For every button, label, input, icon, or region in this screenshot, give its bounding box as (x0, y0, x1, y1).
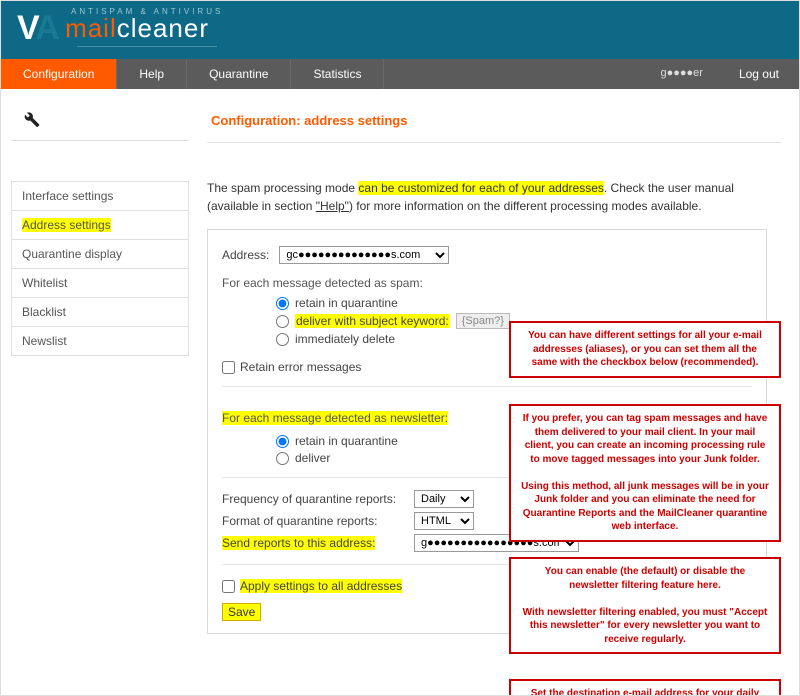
callout-newsletter: You can enable (the default) or disable … (509, 557, 781, 654)
nav-help[interactable]: Help (117, 59, 187, 89)
sidebar-list: Interface settings Address settings Quar… (11, 181, 189, 356)
spam-section-label: For each message detected as spam: (222, 276, 752, 290)
nav-configuration[interactable]: Configuration (1, 59, 117, 89)
nav-statistics[interactable]: Statistics (291, 59, 384, 89)
nav-current-user: g●●●●er (644, 59, 718, 89)
retain-errors-label: Retain error messages (240, 360, 361, 374)
sidebar: Interface settings Address settings Quar… (1, 89, 189, 696)
address-label: Address: (222, 248, 269, 262)
callout-spam-tag: If you prefer, you can tag spam messages… (509, 404, 781, 542)
sendto-label: Send reports to this address: (222, 536, 375, 550)
sidebar-item-label: Address settings (22, 218, 111, 232)
sidebar-item-blacklist[interactable]: Blacklist (12, 298, 188, 327)
address-select[interactable]: gc●●●●●●●●●●●●●●s.com (279, 246, 449, 264)
config-icon-box (11, 103, 189, 141)
news-retain-label: retain in quarantine (295, 434, 398, 448)
save-button[interactable]: Save (222, 603, 261, 621)
sidebar-item-address[interactable]: Address settings (12, 211, 188, 240)
sidebar-item-quarantine-display[interactable]: Quarantine display (12, 240, 188, 269)
spam-delete-label: immediately delete (295, 332, 395, 346)
logo-mark: VA (17, 9, 58, 48)
spam-deliver-radio[interactable] (276, 315, 289, 328)
spam-retain-radio[interactable] (276, 297, 289, 310)
news-deliver-label: deliver (295, 451, 330, 465)
help-link[interactable]: "Help" (316, 199, 349, 213)
callout-addresses: You can have different settings for all … (509, 321, 781, 378)
top-nav: Configuration Help Quarantine Statistics… (1, 59, 799, 89)
apply-all-label: Apply settings to all addresses (240, 579, 402, 593)
spam-delete-radio[interactable] (276, 333, 289, 346)
format-label: Format of quarantine reports: (222, 514, 404, 528)
newsletter-section-label: For each message detected as newsletter: (222, 411, 448, 425)
logo-tagline: ANTISPAM & ANTIVIRUS (71, 7, 223, 16)
retain-errors-checkbox[interactable] (222, 361, 235, 374)
main-panel: Configuration: address settings The spam… (189, 89, 799, 696)
app-header: ANTISPAM & ANTIVIRUS VA mailcleaner (1, 1, 799, 59)
sidebar-item-whitelist[interactable]: Whitelist (12, 269, 188, 298)
frequency-select[interactable]: Daily (414, 490, 474, 508)
intro-text: The spam processing mode can be customiz… (207, 179, 767, 215)
spam-keyword-box: {Spam?} (456, 313, 510, 329)
spam-retain-label: retain in quarantine (295, 296, 398, 310)
logo-text: mailcleaner (65, 13, 209, 44)
format-select[interactable]: HTML (414, 512, 474, 530)
sidebar-item-interface[interactable]: Interface settings (12, 182, 188, 211)
news-deliver-radio[interactable] (276, 452, 289, 465)
news-retain-radio[interactable] (276, 435, 289, 448)
sidebar-item-newslist[interactable]: Newslist (12, 327, 188, 356)
apply-all-checkbox[interactable] (222, 580, 235, 593)
nav-logout[interactable]: Log out (719, 59, 799, 89)
frequency-label: Frequency of quarantine reports: (222, 492, 404, 506)
callout-reports: Set the destination e-mail address for y… (509, 679, 781, 696)
page-title: Configuration: address settings (207, 103, 781, 143)
wrench-icon (19, 107, 41, 129)
nav-quarantine[interactable]: Quarantine (187, 59, 291, 89)
spam-deliver-label: deliver with subject keyword: (295, 314, 450, 328)
